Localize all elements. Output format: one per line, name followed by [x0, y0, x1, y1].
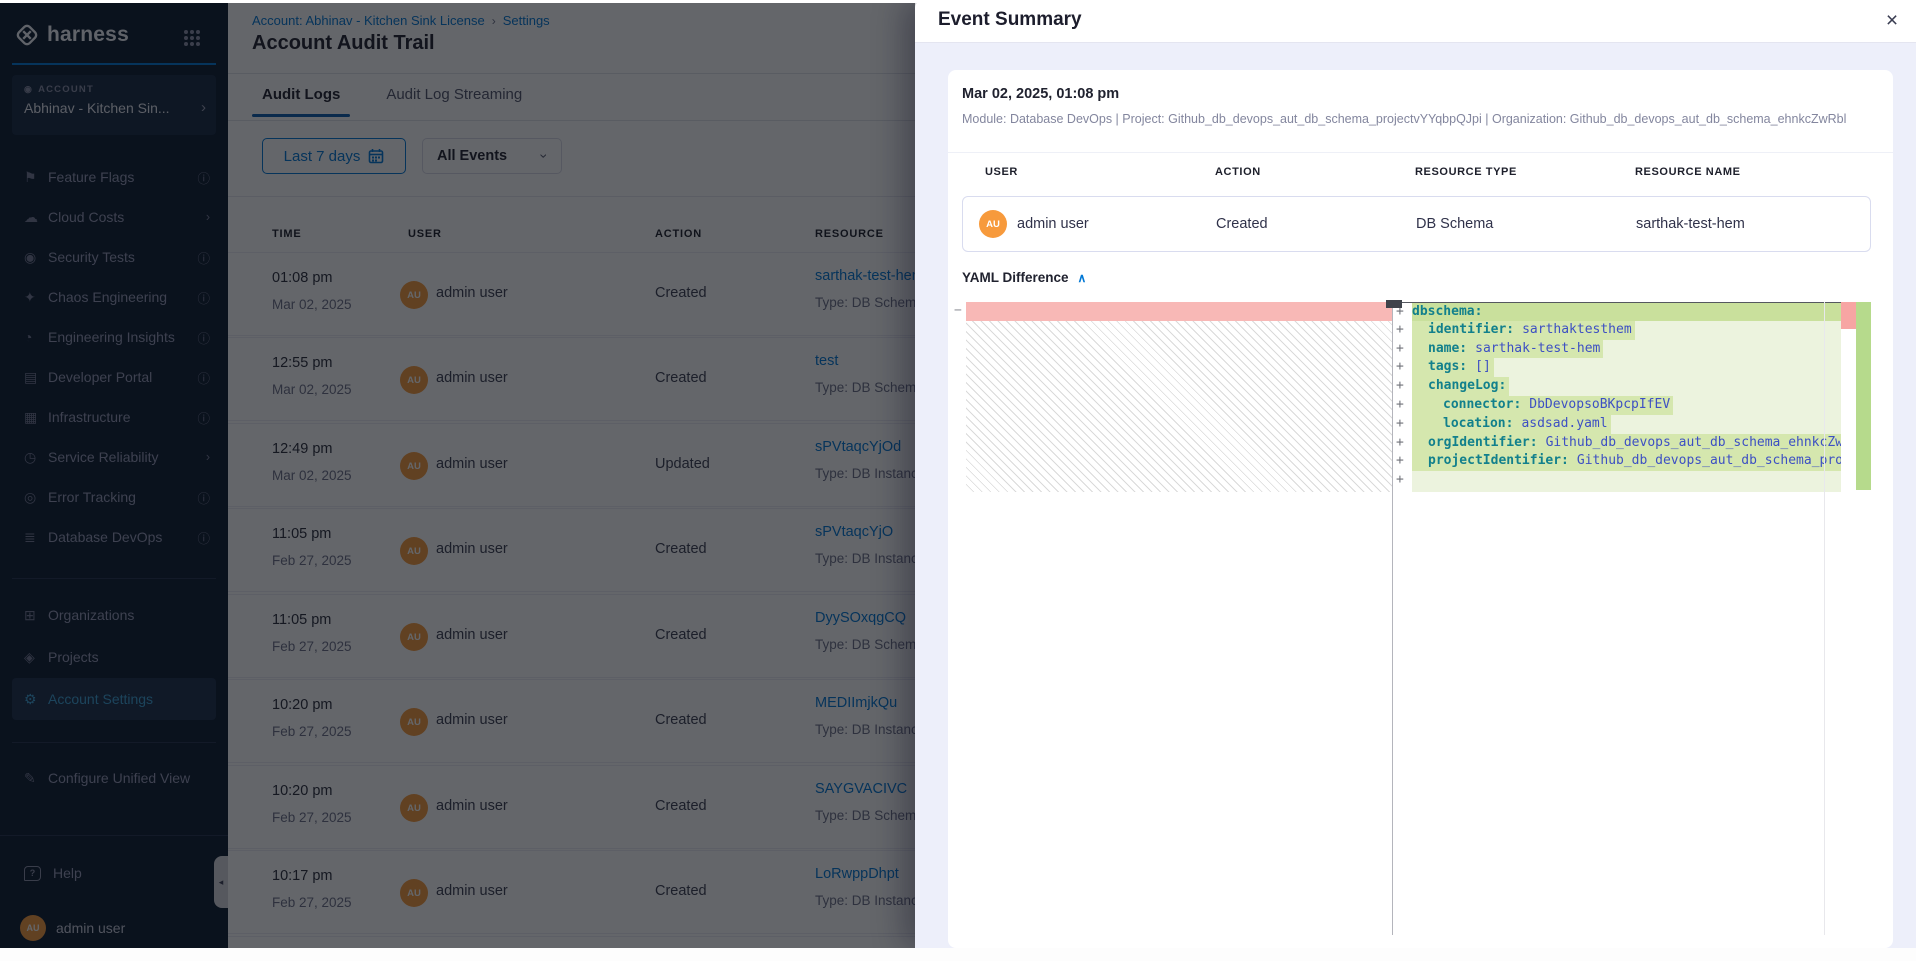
diff-line: +orgIdentifier:Github_db_devops_aut_db_s…: [1392, 434, 1841, 453]
event-user: admin user: [1017, 216, 1089, 232]
event-resource-name: sarthak-test-hem: [1636, 216, 1745, 232]
diff-old-pane: [966, 302, 1392, 935]
column-header-resource-type: RESOURCE TYPE: [1415, 166, 1517, 178]
diff-line: +dbschema:: [1392, 302, 1841, 321]
divider: [948, 152, 1893, 153]
window-edge-top: [0, 0, 1916, 3]
diff-line: +tags:[]: [1392, 358, 1841, 377]
diff-line: +location:asdsad.yaml: [1392, 415, 1841, 434]
event-card: Mar 02, 2025, 01:08 pm Module: Database …: [948, 70, 1893, 948]
diff-scrollbar-removed-segment: [1841, 302, 1856, 329]
yaml-difference-toggle[interactable]: YAML Difference ∧: [962, 270, 1086, 285]
diff-removed-bar: [966, 302, 1392, 321]
modal-overlay[interactable]: [0, 3, 915, 948]
column-header-resource-name: RESOURCE NAME: [1635, 166, 1741, 178]
diff-line: +projectIdentifier:Github_db_devops_aut_…: [1392, 452, 1841, 471]
event-summary-drawer: Event Summary × Mar 02, 2025, 01:08 pm M…: [915, 0, 1916, 948]
column-header-user: USER: [985, 166, 1018, 178]
yaml-diff-view: − +dbschema: +identifier:sarthaktesthem …: [966, 302, 1871, 935]
column-header-action: ACTION: [1215, 166, 1261, 178]
diff-line: +name:sarthak-test-hem: [1392, 340, 1841, 359]
removed-line-marker: −: [954, 303, 962, 318]
diff-line: +connector:DbDevopsoBKpcpIfEV: [1392, 396, 1841, 415]
diff-new-pane: +dbschema: +identifier:sarthaktesthem +n…: [1392, 302, 1841, 935]
screen: harness ◉ ACCOUNT Abhinav - Kitchen Sin.…: [0, 0, 1916, 961]
diff-empty-hatch: [966, 321, 1392, 492]
avatar: AU: [979, 210, 1007, 238]
event-timestamp: Mar 02, 2025, 01:08 pm: [962, 86, 1119, 102]
chevron-up-icon: ∧: [1078, 271, 1087, 285]
event-detail-row: AU admin user Created DB Schema sarthak-…: [962, 196, 1871, 252]
drawer-title: Event Summary: [938, 9, 1082, 31]
close-icon[interactable]: ×: [1878, 7, 1906, 35]
diff-line: +changeLog:: [1392, 377, 1841, 396]
event-resource-type: DB Schema: [1416, 216, 1493, 232]
event-meta: Module: Database DevOps | Project: Githu…: [962, 112, 1882, 126]
diff-collapse-marker: [1386, 300, 1402, 308]
event-action: Created: [1216, 216, 1268, 232]
diff-line: +identifier:sarthaktesthem: [1392, 321, 1841, 340]
diff-ruler-line: [1824, 302, 1825, 935]
window-edge-bottom: [0, 948, 1916, 961]
diff-change-bar: [1856, 302, 1871, 490]
diff-line: +: [1392, 471, 1841, 490]
